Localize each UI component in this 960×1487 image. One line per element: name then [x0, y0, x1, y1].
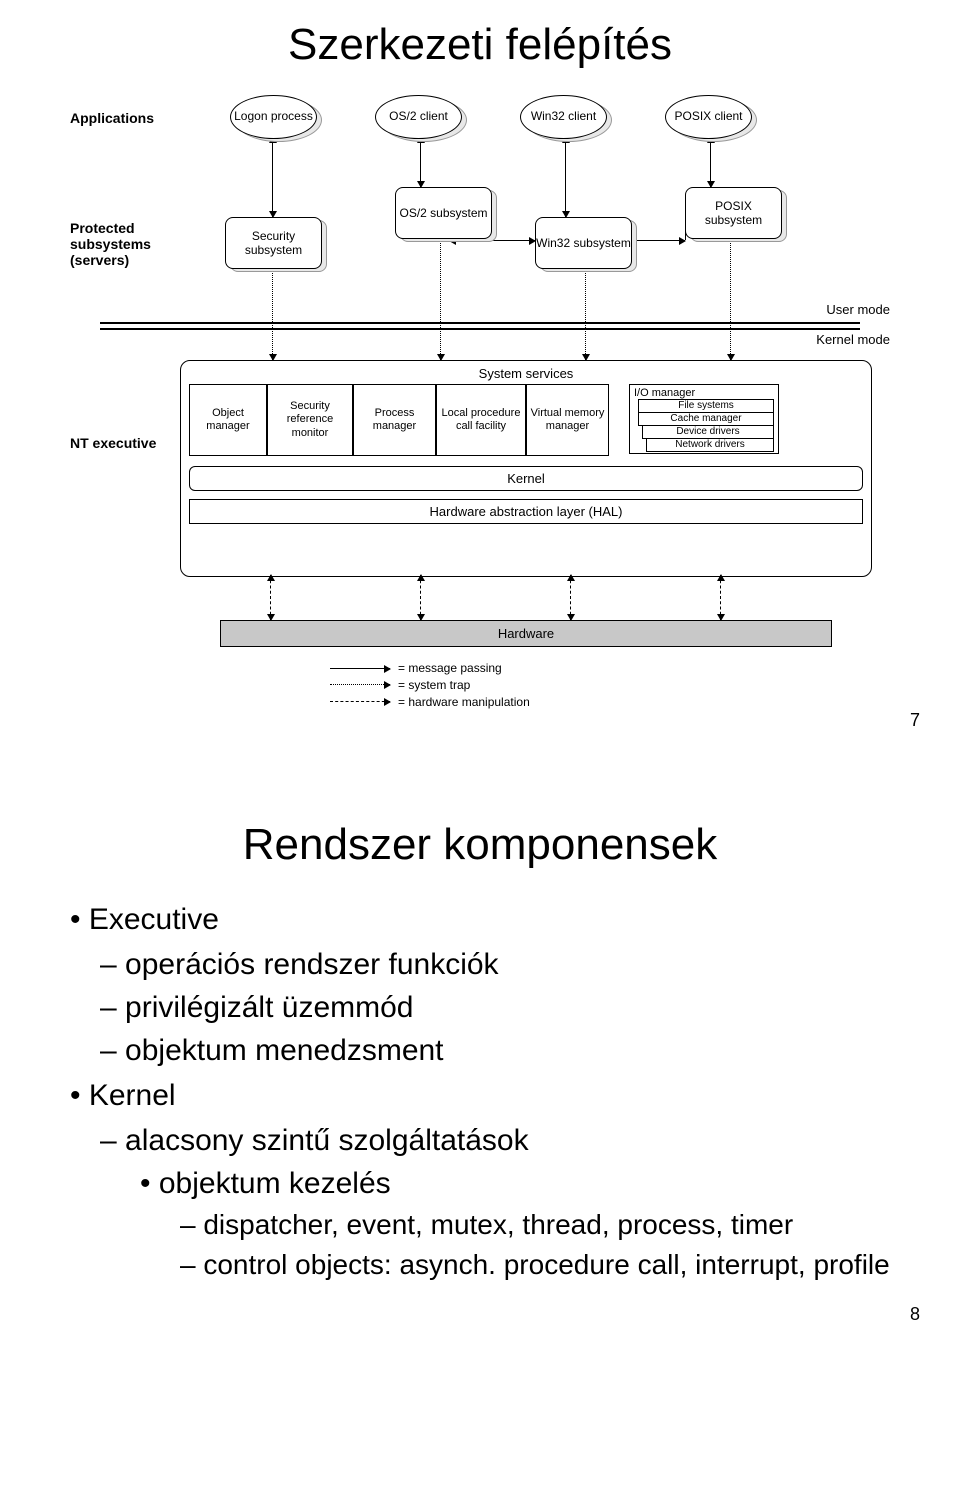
nt-executive-box: System services Object manager Security …	[180, 360, 872, 577]
slide-structural: Szerkezeti felépítés Applications Protec…	[0, 0, 960, 1355]
label-applications: Applications	[70, 110, 154, 126]
bullet-executive: Executive	[70, 900, 920, 939]
system-services-label: System services	[181, 361, 871, 384]
bullet-exec-priv: privilégizált üzemmód	[100, 988, 920, 1027]
hardware-bar: Hardware	[220, 620, 832, 647]
app-logon: Logon process	[230, 95, 317, 139]
legend-msg: = message passing	[398, 660, 502, 677]
page-number-8: 8	[40, 1304, 920, 1325]
app-os2client: OS/2 client	[375, 95, 462, 139]
hal-bar: Hardware abstraction layer (HAL)	[189, 499, 863, 524]
label-usermode: User mode	[826, 302, 890, 317]
page-number-7: 7	[910, 710, 920, 731]
architecture-diagram: Applications Protected subsystems (serve…	[70, 90, 890, 730]
label-protected: Protected subsystems (servers)	[70, 220, 151, 268]
io-netdrv: Network drivers	[646, 438, 774, 452]
bullet-kernel-objk: objektum kezelés	[140, 1164, 920, 1203]
slide2-title: Rendszer komponensek	[40, 820, 920, 870]
mgr-object: Object manager	[189, 384, 267, 456]
bullet-exec-obj: objektum menedzsment	[100, 1031, 920, 1070]
slide-components: Rendszer komponensek Executive operációs…	[40, 820, 920, 1325]
label-kernelmode: Kernel mode	[816, 332, 890, 347]
mgr-vmm: Virtual memory manager	[526, 384, 609, 456]
mgr-process: Process manager	[353, 384, 436, 456]
bullet-list: Executive operációs rendszer funkciók pr…	[40, 900, 920, 1284]
sub-posix: POSIX subsystem	[685, 187, 782, 239]
io-manager-group: I/O manager File systems Cache manager D…	[629, 384, 779, 454]
mgr-lpc: Local procedure call facility	[436, 384, 526, 456]
label-ntexecutive: NT executive	[70, 435, 156, 451]
slide1-title: Szerkezeti felépítés	[40, 20, 920, 70]
sub-os2: OS/2 subsystem	[395, 187, 492, 239]
bullet-exec-os: operációs rendszer funkciók	[100, 945, 920, 984]
io-manager-label: I/O manager	[634, 387, 774, 399]
app-win32client: Win32 client	[520, 95, 607, 139]
bullet-kernel-ctrl: control objects: asynch. procedure call,…	[180, 1247, 920, 1283]
kernel-bar: Kernel	[189, 466, 863, 491]
sub-win32: Win32 subsystem	[535, 217, 632, 269]
legend-hw: = hardware manipulation	[398, 694, 530, 711]
io-filesystems: File systems	[638, 399, 774, 413]
bullet-kernel: Kernel	[70, 1076, 920, 1115]
legend-trap: = system trap	[398, 677, 470, 694]
app-posixclient: POSIX client	[665, 95, 752, 139]
sub-security: Security subsystem	[225, 217, 322, 269]
bullet-kernel-low: alacsony szintű szolgáltatások	[100, 1121, 920, 1160]
bullet-kernel-disp: dispatcher, event, mutex, thread, proces…	[180, 1207, 920, 1243]
io-devdrv: Device drivers	[642, 425, 774, 439]
io-cache: Cache manager	[638, 412, 774, 426]
mgr-security: Security reference monitor	[267, 384, 353, 456]
diagram-legend: = message passing = system trap = hardwa…	[330, 660, 530, 710]
